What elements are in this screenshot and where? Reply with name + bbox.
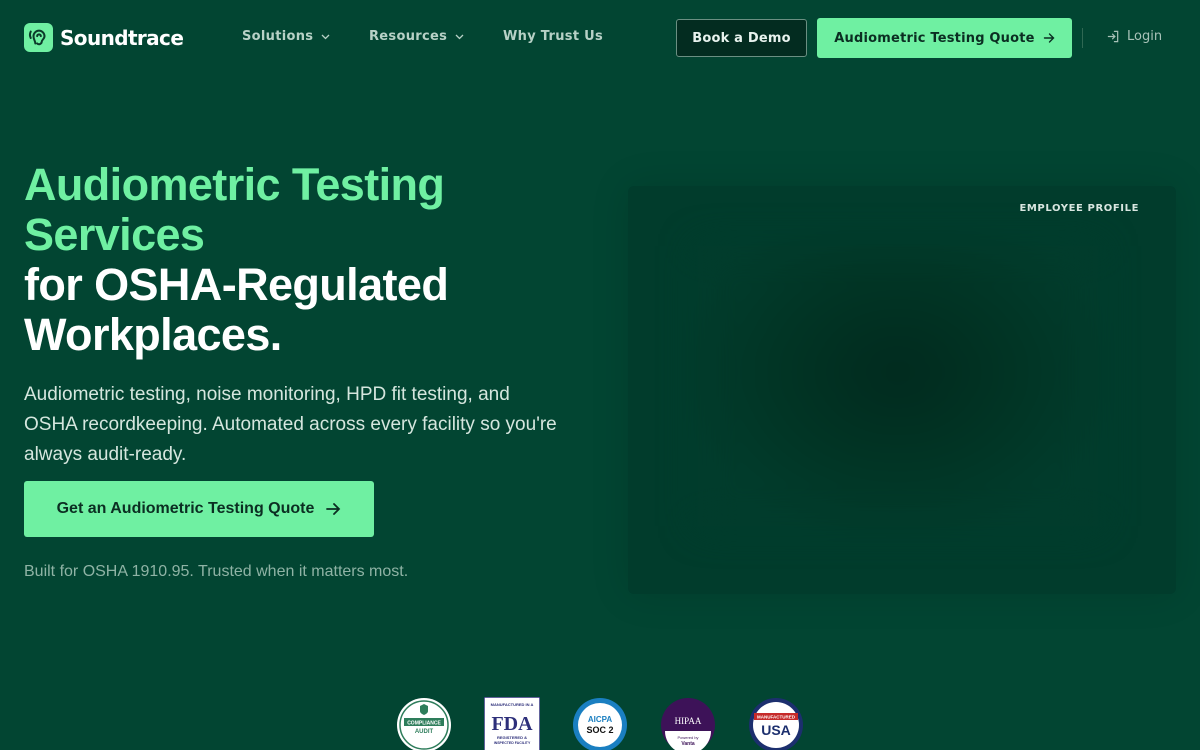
chevron-down-icon bbox=[321, 29, 330, 44]
nav-why-trust-us[interactable]: Why Trust Us bbox=[503, 29, 603, 44]
nav-divider bbox=[1082, 28, 1083, 48]
nav-resources[interactable]: Resources bbox=[369, 29, 464, 44]
book-demo-button[interactable]: Book a Demo bbox=[676, 19, 807, 57]
audiometric-quote-button[interactable]: Audiometric Testing Quote bbox=[817, 18, 1072, 58]
hero-subtext: Audiometric testing, noise monitoring, H… bbox=[24, 384, 557, 465]
nav-resources-label: Resources bbox=[369, 29, 448, 44]
fda-line-2: FDA bbox=[491, 713, 533, 735]
fda-line-1: MANUFACTURED IN A bbox=[491, 702, 534, 707]
employee-profile-panel: EMPLOYEE PROFILE bbox=[628, 186, 1176, 594]
audit-text: AUDIT bbox=[415, 729, 434, 735]
audiometric-quote-label: Audiometric Testing Quote bbox=[834, 30, 1035, 46]
compliance-audit-badge: COMPLIANCE AUDIT bbox=[397, 698, 451, 750]
brand-name: Soundtrace bbox=[60, 25, 184, 50]
ear-sound-icon bbox=[24, 23, 53, 52]
aicpa-text: AICPA bbox=[588, 715, 613, 724]
nav-solutions-label: Solutions bbox=[242, 29, 314, 44]
employee-profile-label: EMPLOYEE PROFILE bbox=[1019, 203, 1139, 214]
blurred-profile-preview bbox=[698, 246, 1098, 526]
soc2-text: SOC 2 bbox=[586, 725, 613, 735]
cta-label: Get an Audiometric Testing Quote bbox=[56, 500, 315, 517]
headline-line-2: Services bbox=[24, 209, 205, 260]
headline-line-3: for OSHA-Regulated bbox=[24, 259, 449, 310]
vanta-text: Vanta bbox=[681, 741, 695, 747]
fda-line-3: REGISTERED & bbox=[497, 735, 527, 740]
powered-by-text: Powered by bbox=[677, 735, 698, 740]
brand-logo[interactable]: Soundtrace bbox=[24, 23, 184, 52]
hipaa-badge: HIPAA Powered by Vanta bbox=[661, 698, 715, 750]
fda-line-4: INSPECTED FACILITY bbox=[494, 741, 531, 745]
arrow-right-icon bbox=[326, 503, 341, 515]
nav-why-trust-us-label: Why Trust Us bbox=[503, 29, 604, 44]
soc2-badge: AICPA SOC 2 bbox=[573, 698, 627, 750]
get-quote-cta-button[interactable]: Get an Audiometric Testing Quote bbox=[24, 481, 374, 537]
login-icon bbox=[1107, 30, 1119, 43]
hipaa-text: HIPAA bbox=[675, 716, 702, 726]
hero-tagline: Built for OSHA 1910.95. Trusted when it … bbox=[24, 563, 409, 580]
chevron-down-icon bbox=[455, 29, 464, 44]
usa-badge: MANUFACTURED USA bbox=[749, 698, 803, 750]
manufactured-text: MANUFACTURED bbox=[757, 715, 796, 720]
login-link[interactable]: Login bbox=[1107, 29, 1162, 44]
compliance-text: COMPLIANCE bbox=[407, 721, 441, 727]
login-label: Login bbox=[1127, 29, 1163, 44]
usa-text: USA bbox=[761, 722, 791, 738]
hero-headline: Audiometric Testing Services for OSHA-Re… bbox=[24, 160, 584, 360]
arrow-right-icon bbox=[1043, 33, 1055, 43]
top-navigation: Soundtrace Solutions Resources Why Trust… bbox=[0, 0, 1200, 76]
nav-solutions[interactable]: Solutions bbox=[242, 29, 330, 44]
fda-badge: MANUFACTURED IN A FDA REGISTERED & INSPE… bbox=[484, 697, 540, 750]
headline-line-1: Audiometric Testing bbox=[24, 159, 445, 210]
headline-line-4: Workplaces. bbox=[24, 309, 282, 360]
